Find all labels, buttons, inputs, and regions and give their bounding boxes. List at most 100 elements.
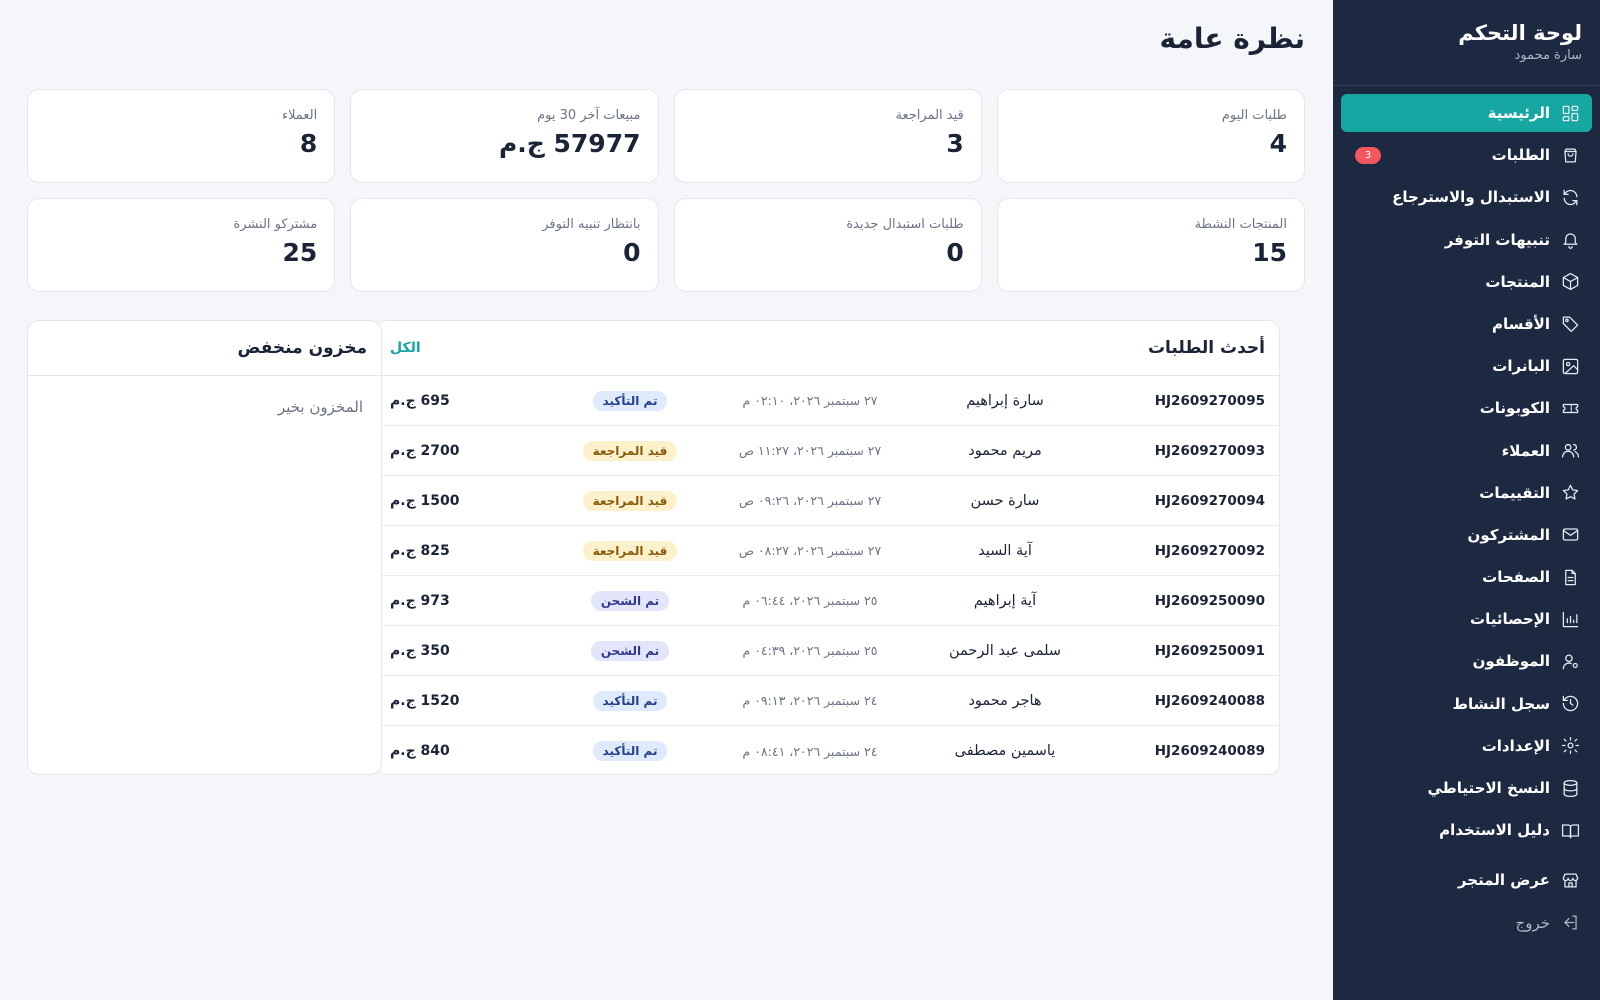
sidebar-item-bar-chart[interactable]: الإحصائيات	[1341, 600, 1592, 638]
order-id[interactable]: HJ2609270095	[1100, 393, 1265, 409]
sidebar-item-dashboard[interactable]: الرئيسية	[1341, 94, 1592, 132]
stat-label: مشتركو النشرة	[233, 217, 318, 232]
table-row[interactable]: HJ2609270092 آية السيد ٢٧ سبتمبر ٢٠٢٦، ٠٨:…	[376, 526, 1279, 576]
sidebar-item-tag[interactable]: الأقسام	[1341, 305, 1592, 343]
order-total: 350 ج.م	[390, 642, 450, 659]
customer-name: سارة حسن	[970, 492, 1040, 509]
order-id[interactable]: HJ2609250091	[1100, 643, 1265, 659]
order-status-cell: قيد المراجعة	[550, 490, 710, 511]
bell-icon	[1560, 230, 1580, 250]
stat-card: بانتظار تنبيه التوفر 0	[350, 198, 659, 292]
sidebar-item-label: سجل النشاط	[1452, 694, 1550, 713]
stat-value: 25	[282, 238, 318, 267]
sidebar-item-file[interactable]: الصفحات	[1341, 558, 1592, 596]
view-all-orders-link[interactable]: الكل	[390, 340, 421, 356]
table-row[interactable]: HJ2609250091 سلمى عبد الرحمن ٢٥ سبتمبر ٢٠٢…	[376, 626, 1279, 676]
order-total: 840 ج.م	[390, 743, 450, 759]
sidebar-item-store[interactable]: عرض المتجر	[1341, 861, 1592, 899]
sidebar-item-label: خروج	[1515, 913, 1550, 932]
table-row[interactable]: HJ2609270093 مريم محمود ٢٧ سبتمبر ٢٠٢٦، ١١…	[376, 426, 1279, 476]
sidebar-item-bell[interactable]: تنبيهات التوفر	[1341, 221, 1592, 259]
order-status-cell: قيد المراجعة	[550, 440, 710, 461]
recent-orders-header: أحدث الطلبات الكل	[376, 321, 1279, 376]
stat-value: 15	[1252, 238, 1287, 267]
order-total: 825 ج.م	[390, 542, 450, 559]
order-id[interactable]: HJ2609270093	[1100, 443, 1265, 459]
order-date: ٢٥ سبتمبر ٢٠٢٦، ٠٦:٤٤ م	[742, 593, 878, 608]
sidebar-item-box[interactable]: المنتجات	[1341, 263, 1592, 301]
order-id[interactable]: HJ2609240088	[1100, 693, 1265, 709]
order-status-cell: تم الشحن	[550, 640, 710, 661]
stat-label: مبيعات آخر 30 يوم	[537, 108, 641, 123]
stat-label: قيد المراجعة	[895, 108, 964, 123]
order-date: ٢٧ سبتمبر ٢٠٢٦، ٠٩:٢٦ ص	[738, 493, 882, 508]
refresh-icon	[1560, 187, 1580, 207]
order-date: ٢٤ سبتمبر ٢٠٢٦، ٠٨:٤١ م	[742, 743, 878, 759]
sidebar-item-users[interactable]: العملاء	[1341, 432, 1592, 470]
sidebar-item-database[interactable]: النسخ الاحتياطي	[1341, 769, 1592, 807]
store-icon	[1560, 870, 1580, 890]
bag-icon	[1560, 145, 1580, 165]
order-id[interactable]: HJ2609270092	[1100, 543, 1265, 559]
status-badge: تم التأكيد	[592, 741, 668, 761]
sidebar-item-label: الإعدادات	[1481, 736, 1550, 755]
book-icon	[1560, 820, 1580, 840]
sidebar-item-history[interactable]: سجل النشاط	[1341, 685, 1592, 723]
stat-card: طلبات اليوم 4	[996, 89, 1305, 183]
low-stock-empty-text: المخزون بخير	[277, 398, 363, 416]
order-total: 1520 ج.م	[390, 692, 460, 709]
order-id[interactable]: HJ2609250090	[1100, 593, 1265, 609]
bar-chart-icon	[1560, 609, 1580, 629]
sidebar-item-label: عرض المتجر	[1457, 871, 1550, 890]
table-row[interactable]: HJ2609250090 آية إبراهيم ٢٥ سبتمبر ٢٠٢٦، ٠…	[376, 576, 1279, 626]
order-status-cell: تم التأكيد	[550, 390, 710, 411]
sidebar-item-ticket[interactable]: الكوبونات	[1341, 389, 1592, 427]
database-icon	[1560, 778, 1580, 798]
sidebar-user-name: سارة محمود	[1514, 48, 1582, 63]
sidebar-item-label: دليل الاستخدام	[1439, 821, 1550, 840]
sidebar-item-label: المنتجات	[1485, 272, 1550, 291]
sidebar-item-label: المشتركون	[1467, 525, 1550, 544]
stat-card: المنتجات النشطة 15	[996, 198, 1305, 292]
order-status-cell: تم التأكيد	[550, 690, 710, 711]
status-badge: تم التأكيد	[592, 690, 668, 711]
sidebar-item-book[interactable]: دليل الاستخدام	[1341, 811, 1592, 849]
table-row[interactable]: HJ2609240089 ياسمين مصطفى ٢٤ سبتمبر ٢٠٢٦، …	[376, 726, 1279, 774]
order-total: 973 ج.م	[390, 592, 450, 609]
low-stock-header: مخزون منخفض	[28, 321, 381, 376]
status-badge: تم الشحن	[590, 640, 670, 661]
order-id[interactable]: HJ2609270094	[1100, 493, 1265, 509]
sidebar-item-mail[interactable]: المشتركون	[1341, 516, 1592, 554]
sidebar-item-label: الرئيسية	[1487, 104, 1550, 122]
customer-name: سلمى عبد الرحمن	[948, 642, 1062, 659]
stats-grid: طلبات اليوم 4 قيد المراجعة 3 مبيعات آخر 30 ي…	[27, 89, 1305, 292]
table-row[interactable]: HJ2609270095 سارة إبراهيم ٢٧ سبتمبر ٢٠٢٦، …	[376, 376, 1279, 426]
gear-icon	[1560, 736, 1580, 756]
sidebar-header: لوحة التحكم سارة محمود	[1333, 0, 1600, 86]
stat-label: بانتظار تنبيه التوفر	[542, 217, 641, 232]
status-badge: قيد المراجعة	[582, 540, 678, 561]
table-row[interactable]: HJ2609270094 سارة حسن ٢٧ سبتمبر ٢٠٢٦، ٠٩:٢…	[376, 476, 1279, 526]
order-date: ٢٤ سبتمبر ٢٠٢٦، ٠٩:١٣ م	[742, 693, 878, 708]
sidebar-item-gear[interactable]: الإعدادات	[1341, 727, 1592, 765]
sidebar-item-label: الطلبات	[1491, 146, 1550, 165]
sidebar-item-label: الإحصائيات	[1470, 610, 1550, 629]
order-date: ٢٧ سبتمبر ٢٠٢٦، ٠٨:٢٧ ص	[738, 543, 882, 558]
stat-label: طلبات استبدال جديدة	[846, 217, 964, 232]
order-id[interactable]: HJ2609240089	[1100, 743, 1265, 759]
table-row[interactable]: HJ2609240088 هاجر محمود ٢٤ سبتمبر ٢٠٢٦، ٠٩…	[376, 676, 1279, 726]
stat-label: العملاء	[282, 108, 318, 123]
customer-name: هاجر محمود	[968, 692, 1042, 709]
recent-orders-table: HJ2609270095 سارة إبراهيم ٢٧ سبتمبر ٢٠٢٦، …	[376, 376, 1279, 774]
sidebar-item-logout[interactable]: خروج	[1341, 904, 1592, 942]
sidebar-item-bag[interactable]: الطلبات 3	[1341, 136, 1592, 174]
sidebar-item-image[interactable]: البانرات	[1341, 347, 1592, 385]
customer-name: آية إبراهيم	[973, 592, 1037, 609]
low-stock-title: مخزون منخفض	[237, 338, 368, 358]
sidebar-item-refresh[interactable]: الاستبدال والاسترجاع	[1341, 178, 1592, 216]
sidebar-item-star[interactable]: التقييمات	[1341, 474, 1592, 512]
recent-orders-card: أحدث الطلبات الكل HJ2609270095 سارة إبراه…	[375, 320, 1280, 775]
stat-value: 0	[623, 238, 641, 267]
sidebar-item-user-cog[interactable]: الموظفون	[1341, 642, 1592, 680]
